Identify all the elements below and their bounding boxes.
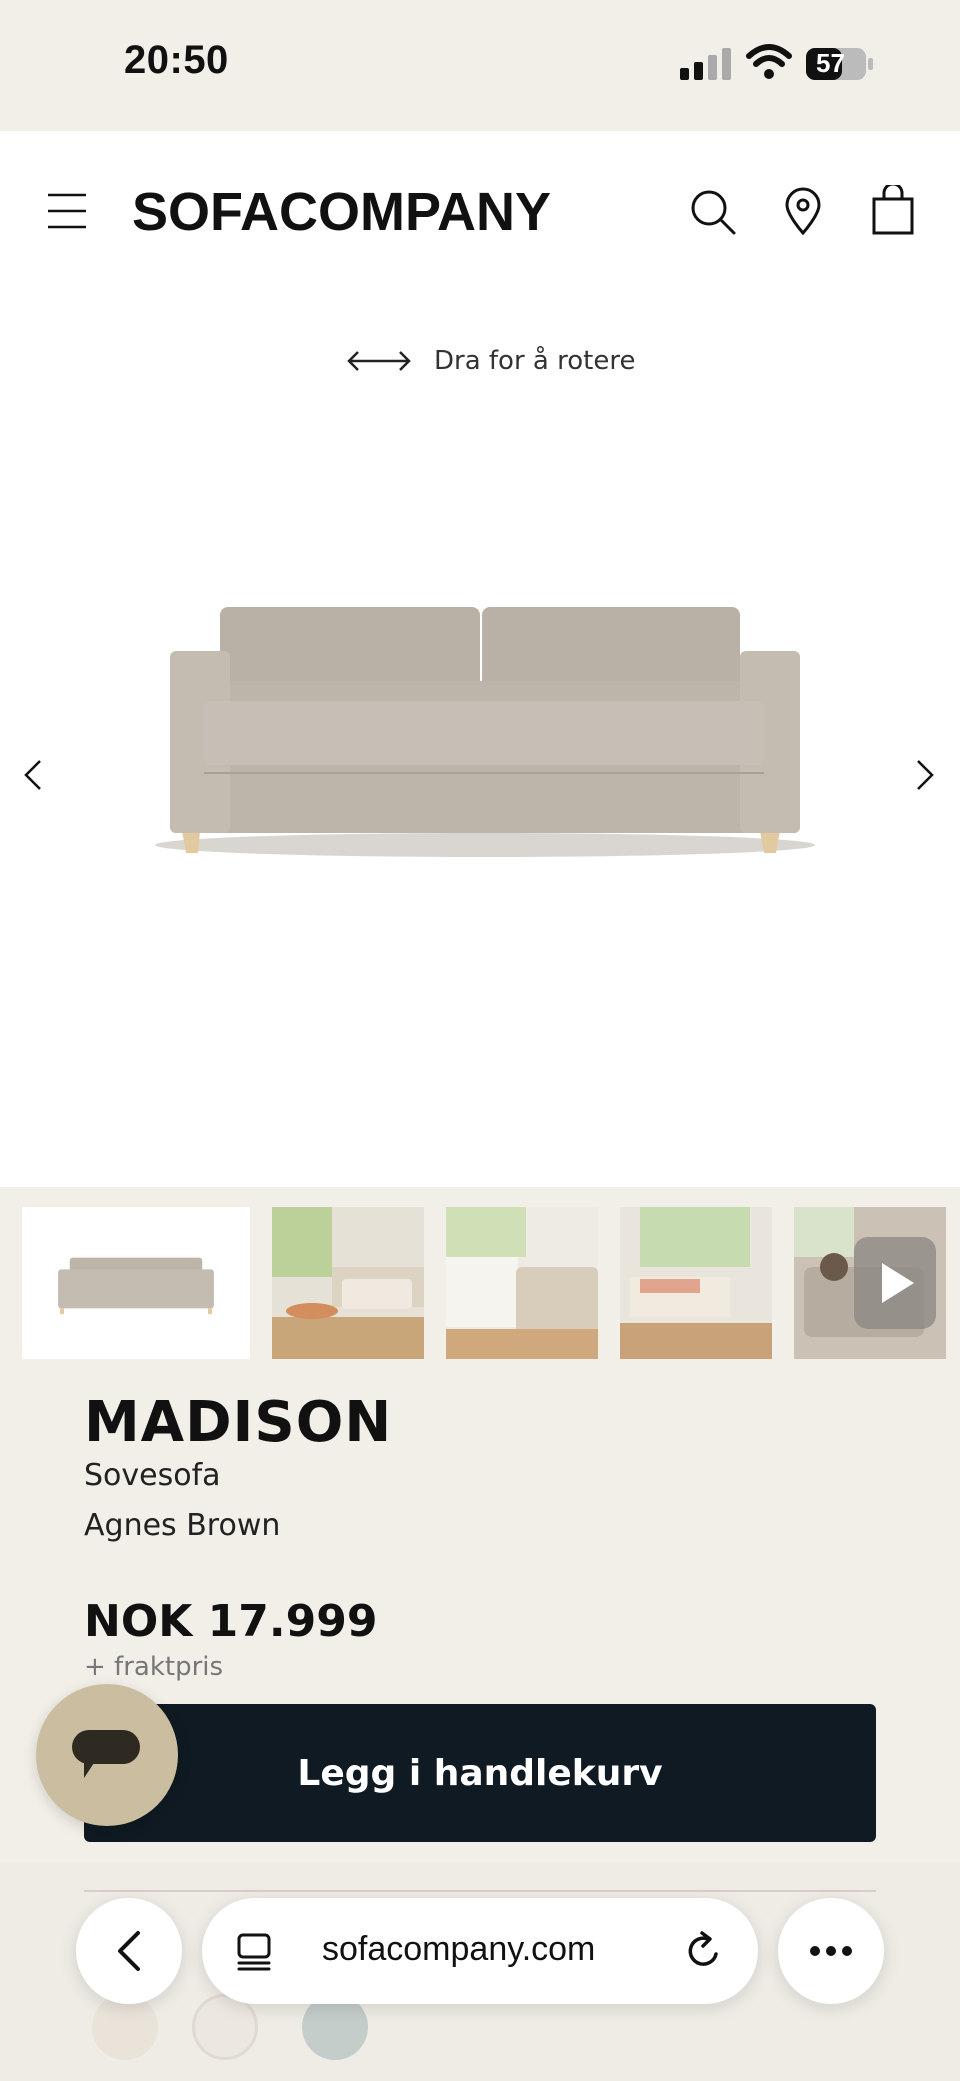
site-logo[interactable]: SOFACOMPANY [132, 181, 551, 243]
product-price: NOK 17.999 [84, 1596, 378, 1647]
reload-icon[interactable] [684, 1930, 724, 1972]
divider [84, 1890, 876, 1892]
battery-icon: 57 [806, 46, 874, 82]
address-bar[interactable]: sofacompany.com [202, 1898, 758, 2004]
thumbnail-video[interactable] [794, 1207, 946, 1359]
rotate-hint: Dra for å rotere [346, 341, 635, 381]
url-text[interactable]: sofacompany.com [322, 1930, 595, 1969]
color-swatch[interactable] [192, 1994, 258, 2060]
product-type: Sovesofa [84, 1458, 221, 1493]
more-button[interactable] [778, 1898, 884, 2004]
thumbnail-4[interactable] [620, 1207, 772, 1359]
thumbnail-1[interactable] [22, 1207, 250, 1359]
sofa-image[interactable] [140, 591, 830, 861]
battery-level: 57 [816, 48, 845, 78]
chat-button[interactable] [36, 1684, 178, 1826]
browser-back-button[interactable] [76, 1898, 182, 2004]
chevron-right-icon[interactable] [914, 757, 936, 793]
thumbnail-3[interactable] [446, 1207, 598, 1359]
more-icon [810, 1946, 852, 1956]
wifi-icon [746, 44, 792, 79]
product-title: MADISON [84, 1390, 393, 1455]
shipping-note: + fraktpris [84, 1652, 224, 1682]
location-pin-icon[interactable] [784, 187, 822, 235]
search-icon[interactable] [690, 189, 736, 235]
status-bar: 20:50 57 [0, 0, 960, 131]
shopping-bag-icon[interactable] [872, 185, 914, 235]
thumbnail-2[interactable] [272, 1207, 424, 1359]
cellular-signal-icon [680, 48, 731, 80]
site-header: SOFACOMPANY [0, 131, 960, 291]
tabs-icon[interactable] [236, 1932, 274, 1972]
chat-icon [72, 1730, 140, 1778]
rotate-arrows-icon [347, 351, 411, 371]
rotate-hint-label: Dra for å rotere [434, 346, 636, 376]
add-to-cart-button[interactable]: Legg i handlekurv [84, 1704, 876, 1842]
back-icon [118, 1931, 140, 1971]
menu-icon[interactable] [48, 191, 86, 231]
product-viewer[interactable]: Dra for å rotere [0, 291, 960, 1187]
product-fabric: Agnes Brown [84, 1508, 281, 1543]
status-time: 20:50 [124, 38, 229, 82]
chevron-left-icon[interactable] [22, 757, 44, 793]
thumbnail-strip [0, 1187, 960, 1367]
